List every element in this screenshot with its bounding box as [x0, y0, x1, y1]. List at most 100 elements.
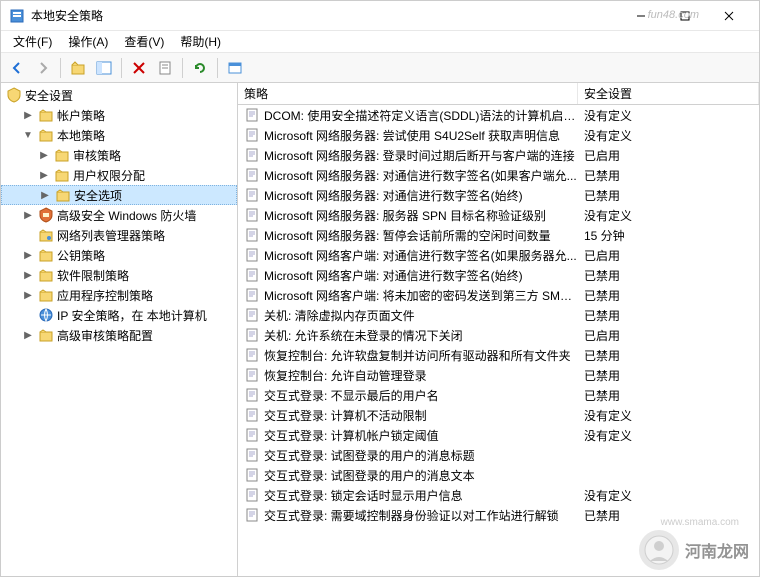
list-row[interactable]: Microsoft 网络服务器: 尝试使用 S4U2Self 获取声明信息没有定… [238, 125, 759, 145]
row-security-text: 已禁用 [578, 287, 759, 304]
properties-button[interactable] [153, 56, 177, 80]
tree-item[interactable]: ▶安全选项 [1, 185, 237, 205]
up-button[interactable] [66, 56, 90, 80]
tree-item[interactable]: ▶应用程序控制策略 [1, 285, 237, 305]
tree-item[interactable]: ▶ 公钥策略 [1, 245, 237, 265]
policy-icon [244, 287, 260, 303]
row-security-text: 已禁用 [578, 267, 759, 284]
tree-expander-icon[interactable]: ▶ [21, 328, 35, 342]
tree-expander-icon[interactable]: ▶ [21, 268, 35, 282]
tree-item-label: 用户权限分配 [73, 167, 145, 184]
list-row[interactable]: 交互式登录: 不显示最后的用户名已禁用 [238, 385, 759, 405]
row-security-text: 已禁用 [578, 367, 759, 384]
policy-icon [244, 507, 260, 523]
list-row[interactable]: Microsoft 网络服务器: 服务器 SPN 目标名称验证级别没有定义 [238, 205, 759, 225]
tree-expander-icon[interactable]: ▶ [21, 288, 35, 302]
tree-item[interactable]: ▶ 帐户策略 [1, 105, 237, 125]
list-body[interactable]: DCOM: 使用安全描述符定义语言(SDDL)语法的计算机启动...没有定义Mi… [238, 105, 759, 576]
list-row[interactable]: Microsoft 网络客户端: 对通信进行数字签名(始终)已禁用 [238, 265, 759, 285]
list-row[interactable]: 交互式登录: 试图登录的用户的消息标题 [238, 445, 759, 465]
header-policy[interactable]: 策略 [238, 83, 578, 104]
forward-button[interactable] [31, 56, 55, 80]
list-header: 策略 安全设置 [238, 83, 759, 105]
row-policy-text: 交互式登录: 需要域控制器身份验证以对工作站进行解锁 [264, 507, 578, 524]
tree-item-label: 帐户策略 [57, 107, 105, 124]
toolbar [1, 53, 759, 83]
row-policy-text: 恢复控制台: 允许自动管理登录 [264, 367, 578, 384]
menubar: 文件(F) 操作(A) 查看(V) 帮助(H) [1, 31, 759, 53]
list-row[interactable]: Microsoft 网络客户端: 对通信进行数字签名(如果服务器允...已启用 [238, 245, 759, 265]
tree-item[interactable]: IP 安全策略，在 本地计算机 [1, 305, 237, 325]
tree-expander-icon[interactable]: ▶ [21, 208, 35, 222]
list-row[interactable]: DCOM: 使用安全描述符定义语言(SDDL)语法的计算机启动...没有定义 [238, 105, 759, 125]
tree-expander-icon[interactable]: ▶ [37, 168, 51, 182]
list-row[interactable]: 交互式登录: 计算机不活动限制没有定义 [238, 405, 759, 425]
header-security[interactable]: 安全设置 [578, 83, 759, 104]
security-icon [6, 87, 22, 103]
tree-root[interactable]: 安全设置 [1, 85, 237, 105]
tree-item[interactable]: ▶软件限制策略 [1, 265, 237, 285]
row-policy-text: Microsoft 网络服务器: 暂停会话前所需的空闲时间数量 [264, 227, 578, 244]
list-row[interactable]: 恢复控制台: 允许自动管理登录已禁用 [238, 365, 759, 385]
tree-item-label: 公钥策略 [57, 247, 105, 264]
row-security-text: 已启用 [578, 327, 759, 344]
policy-icon [244, 107, 260, 123]
list-row[interactable]: 交互式登录: 试图登录的用户的消息文本 [238, 465, 759, 485]
policy-icon [244, 387, 260, 403]
tree-expander-icon[interactable]: ▶ [21, 108, 35, 122]
policy-icon [244, 347, 260, 363]
menu-view[interactable]: 查看(V) [116, 31, 172, 52]
list-row[interactable]: 关机: 允许系统在未登录的情况下关闭已启用 [238, 325, 759, 345]
tree-item-label: IP 安全策略，在 本地计算机 [57, 307, 207, 324]
list-row[interactable]: 关机: 清除虚拟内存页面文件已禁用 [238, 305, 759, 325]
back-button[interactable] [5, 56, 29, 80]
tree-expander-icon[interactable]: ▶ [21, 248, 35, 262]
list-row[interactable]: Microsoft 网络服务器: 对通信进行数字签名(始终)已禁用 [238, 185, 759, 205]
tree-expander-icon[interactable] [21, 308, 35, 322]
row-policy-text: Microsoft 网络服务器: 对通信进行数字签名(如果客户端允... [264, 167, 578, 184]
policy-icon [244, 227, 260, 243]
tree-item-label: 高级审核策略配置 [57, 327, 153, 344]
row-security-text: 没有定义 [578, 207, 759, 224]
tree-item[interactable]: ▼本地策略 [1, 125, 237, 145]
policy-icon [244, 247, 260, 263]
tree-expander-icon[interactable]: ▶ [38, 188, 52, 202]
export-button[interactable] [223, 56, 247, 80]
tree-expander-icon[interactable] [21, 228, 35, 242]
tree-panel[interactable]: 安全设置 ▶帐户策略▼本地策略▶审核策略▶用户权限分配▶安全选项▶高级安全 Wi… [1, 83, 238, 576]
row-security-text: 已禁用 [578, 307, 759, 324]
row-policy-text: Microsoft 网络服务器: 尝试使用 S4U2Self 获取声明信息 [264, 127, 578, 144]
menu-file[interactable]: 文件(F) [5, 31, 60, 52]
list-row[interactable]: Microsoft 网络服务器: 暂停会话前所需的空闲时间数量15 分钟 [238, 225, 759, 245]
list-row[interactable]: 恢复控制台: 允许软盘复制并访问所有驱动器和所有文件夹已禁用 [238, 345, 759, 365]
refresh-button[interactable] [188, 56, 212, 80]
close-button[interactable] [707, 2, 751, 30]
toolbar-separator [182, 58, 183, 78]
tree-item[interactable]: 网络列表管理器策略 [1, 225, 237, 245]
policy-icon [244, 127, 260, 143]
tree-item[interactable]: ▶高级安全 Windows 防火墙 [1, 205, 237, 225]
delete-button[interactable] [127, 56, 151, 80]
row-policy-text: Microsoft 网络客户端: 将未加密的密码发送到第三方 SMB... [264, 287, 578, 304]
tree-item[interactable]: ▶ 用户权限分配 [1, 165, 237, 185]
tree-item[interactable]: ▶审核策略 [1, 145, 237, 165]
tree-expander-icon[interactable]: ▼ [21, 128, 35, 142]
list-row[interactable]: Microsoft 网络服务器: 对通信进行数字签名(如果客户端允...已禁用 [238, 165, 759, 185]
policy-icon [244, 147, 260, 163]
watermark-avatar-icon [639, 530, 679, 570]
row-security-text: 没有定义 [578, 427, 759, 444]
row-policy-text: DCOM: 使用安全描述符定义语言(SDDL)语法的计算机启动... [264, 107, 578, 124]
row-policy-text: 交互式登录: 计算机帐户锁定阈值 [264, 427, 578, 444]
folder-icon [38, 287, 54, 303]
menu-help[interactable]: 帮助(H) [172, 31, 229, 52]
list-row[interactable]: 交互式登录: 锁定会话时显示用户信息没有定义 [238, 485, 759, 505]
row-security-text: 没有定义 [578, 487, 759, 504]
toolbar-separator [217, 58, 218, 78]
show-pane-button[interactable] [92, 56, 116, 80]
tree-expander-icon[interactable]: ▶ [37, 148, 51, 162]
list-row[interactable]: Microsoft 网络服务器: 登录时间过期后断开与客户端的连接已启用 [238, 145, 759, 165]
tree-item[interactable]: ▶ 高级审核策略配置 [1, 325, 237, 345]
menu-action[interactable]: 操作(A) [60, 31, 116, 52]
list-row[interactable]: 交互式登录: 计算机帐户锁定阈值没有定义 [238, 425, 759, 445]
list-row[interactable]: Microsoft 网络客户端: 将未加密的密码发送到第三方 SMB...已禁用 [238, 285, 759, 305]
